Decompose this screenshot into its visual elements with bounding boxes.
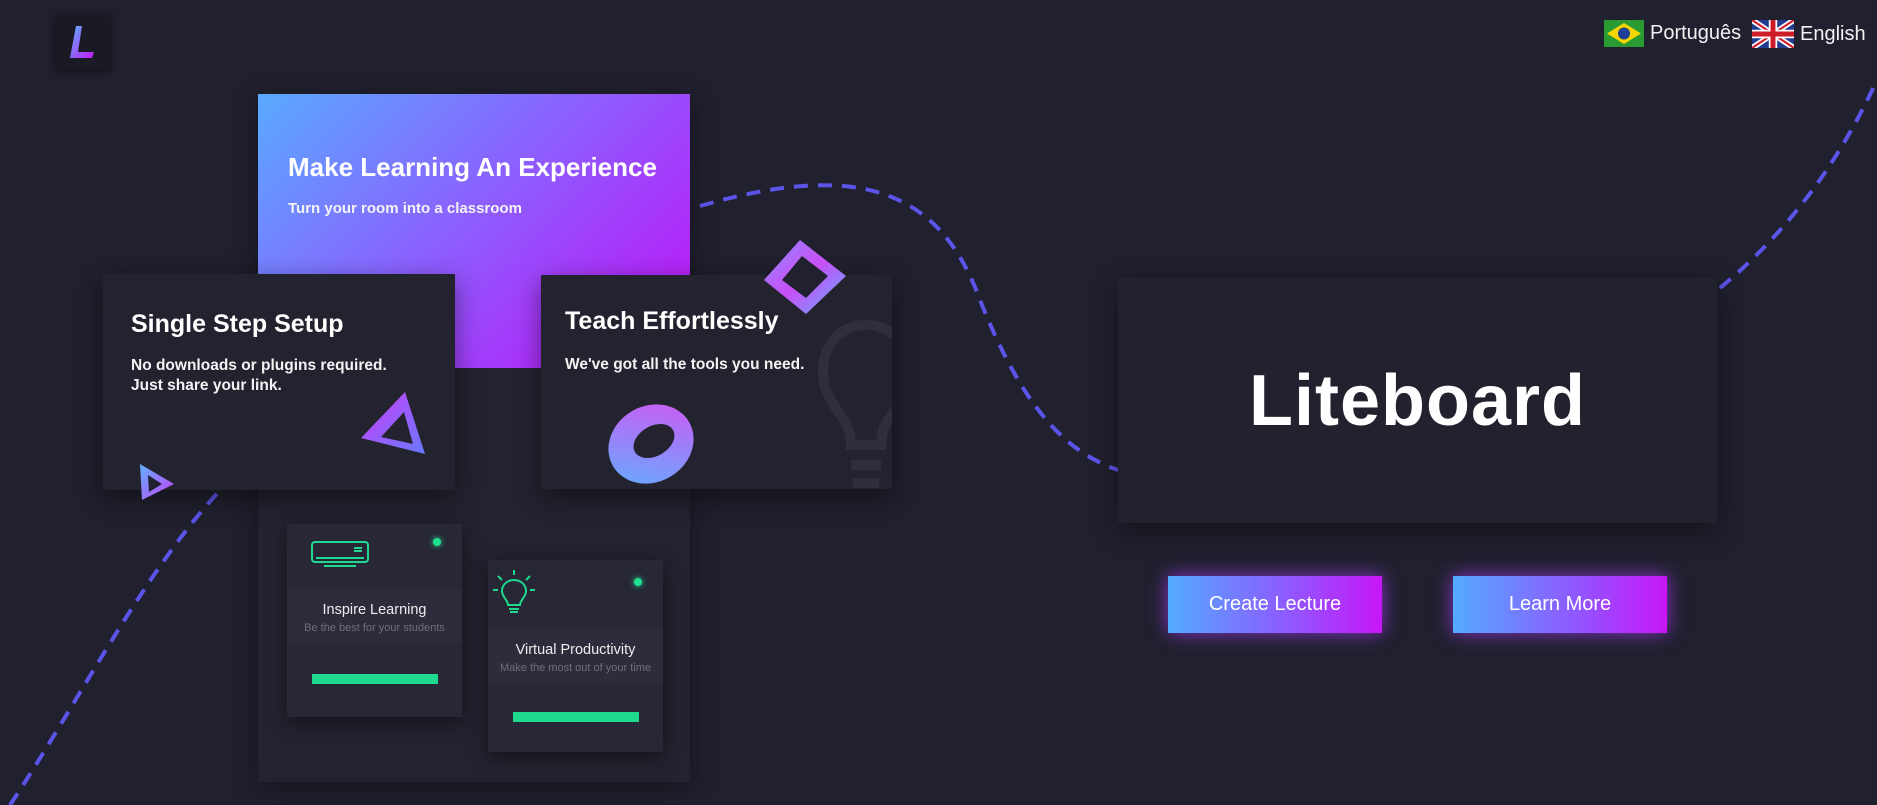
triangle-shape-icon [361,392,425,454]
language-english[interactable]: English [1752,20,1866,48]
small-triangle-shape-icon [140,464,174,500]
learn-more-button[interactable]: Learn More [1453,576,1667,633]
flag-brazil-icon [1604,20,1644,47]
brand-title-card: Liteboard [1118,278,1717,523]
hero-subtitle: Turn your room into a classroom [288,200,522,217]
teach-card-title: Teach Effortlessly [565,307,779,335]
mini-card-title: Virtual Productivity [515,642,636,658]
setup-card-title: Single Step Setup [131,310,344,338]
mini-card-title: Inspire Learning [322,602,427,618]
mini-card-inspire: Inspire Learning Be the best for your st… [287,524,462,717]
mini-card-progress [513,712,639,722]
language-portuguese[interactable]: Português [1604,20,1741,47]
setup-card-text-2: Just share your link. [131,377,282,394]
mini-card-progress [312,674,438,684]
square-frame-shape-icon [764,240,846,314]
setup-card-text-1: No downloads or plugins required. [131,357,387,374]
mini-status-dot [433,538,441,546]
mini-card-productivity: Virtual Productivity Make the most out o… [488,560,663,752]
brand-title: Liteboard [1248,360,1586,441]
air-conditioner-icon [311,541,369,567]
mini-status-dot [634,578,642,586]
liteboard-logo-icon [69,25,94,58]
mini-card-desc: Be the best for your students [304,622,445,634]
lightbulb-icon [493,570,535,613]
flag-uk-icon [1752,20,1794,48]
lightbulb-watermark-icon [817,319,892,488]
mini-card-desc: Make the most out of your time [499,662,651,674]
ring-shape-icon [608,404,694,484]
feature-card-setup: Single Step Setup No downloads or plugin… [103,274,455,490]
hero-title: Make Learning An Experience [288,152,657,182]
language-english-label: English [1800,22,1866,45]
teach-card-text: We've got all the tools you need. [565,356,805,373]
language-portuguese-label: Português [1650,22,1742,44]
app-logo[interactable] [55,14,110,69]
create-lecture-button[interactable]: Create Lecture [1168,576,1382,633]
